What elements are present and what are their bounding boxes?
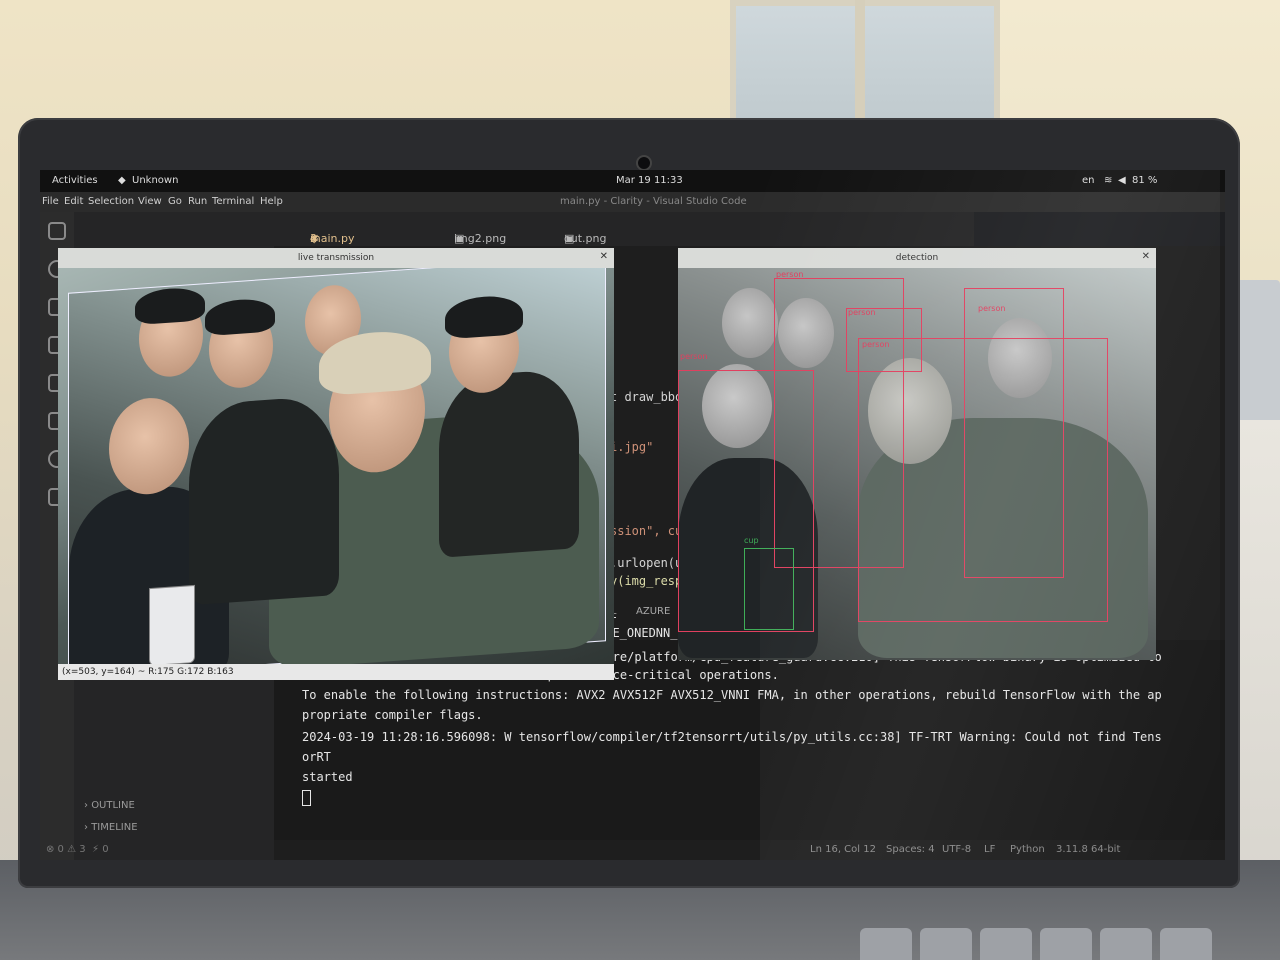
terminal-line: To enable the following instructions: AV… [302,688,1162,702]
bbox-cup [744,548,794,630]
live-transmission-window[interactable]: live transmission ✕ (x=503, y=164) ~ R:1… [58,248,614,680]
status-bar: Ln 16, Col 12 Spaces: 4 UTF-8 LF Python … [274,840,1225,860]
code-line: t draw_bbo [610,390,683,404]
close-icon[interactable]: ✕ [310,232,319,245]
bbox-person [858,338,1108,622]
terminal-line: 2024-03-19 11:28:16.596098: W tensorflow… [302,730,1162,744]
pixel-readout: (x=503, y=164) ~ R:175 G:172 B:163 [58,664,614,680]
menu-edit[interactable]: Edit [64,196,83,207]
cursor-position[interactable]: Ln 16, Col 12 [810,844,876,855]
code-line: ssion", cu [610,524,683,538]
pixel-readout-text: (x=503, y=164) ~ R:175 G:172 B:163 [62,667,234,677]
outline-section[interactable]: › OUTLINE [84,800,135,811]
keyboard-row [860,928,1280,960]
detection-window[interactable]: detection ✕ person person person person … [678,248,1156,660]
close-icon[interactable]: ✕ [600,251,608,262]
editor-tabs: ◈ main.py 3 ✕ ▣ img2.png ▣ out.png [274,212,974,246]
eol[interactable]: LF [984,844,995,855]
code-line: i.jpg" [610,440,654,454]
code-line: y(img_resp [610,574,683,588]
outline-label: OUTLINE [91,800,135,811]
bbox-label: person [680,352,708,361]
person-face [722,288,778,358]
tab-label: out.png [564,232,607,245]
menu-view[interactable]: View [138,196,162,207]
encoding[interactable]: UTF-8 [942,844,971,855]
bbox-label: person [776,270,804,279]
person-body [189,394,339,606]
indentation[interactable]: Spaces: 4 [886,844,935,855]
person-body [439,368,579,558]
diamond-icon: ◆ [118,175,126,186]
language-indicator[interactable]: en [1082,175,1095,186]
photo-frame [68,268,606,664]
timeline-section[interactable]: › TIMELINE [84,822,138,833]
activities-button[interactable]: Activities [52,175,98,186]
keyboard-key [860,928,912,960]
language-mode[interactable]: Python [1010,844,1045,855]
keyboard-key [980,928,1032,960]
bbox-label: cup [744,536,759,545]
explorer-icon[interactable] [48,222,66,240]
menu-go[interactable]: Go [168,196,182,207]
person-face [109,395,189,497]
terminal-line: propriate compiler flags. [302,708,483,722]
person-hair [135,286,205,326]
menu-help[interactable]: Help [260,196,283,207]
app-name[interactable]: Unknown [132,175,178,186]
terminal-line: started [302,770,353,784]
person-hair [445,293,523,340]
problems-indicator[interactable]: ⊗ 0 ⚠ 3 [46,844,86,855]
keyboard-key [1100,928,1152,960]
keyboard-key [1160,928,1212,960]
window-title: main.py - Clarity - Visual Studio Code [560,196,747,207]
keyboard-key [1040,928,1092,960]
terminal-cursor [302,790,311,806]
menu-terminal[interactable]: Terminal [212,196,254,207]
tab-label: img2.png [454,232,507,245]
bbox-label: person [848,308,876,317]
python-interpreter[interactable]: 3.11.8 64-bit [1056,844,1120,855]
cup [149,584,195,664]
volume-icon[interactable]: ◀ [1118,175,1126,186]
menu-file[interactable]: File [42,196,59,207]
bbox-label: person [862,340,890,349]
code-line: .urlopen(u [610,556,683,570]
ports-indicator[interactable]: ⚡ 0 [92,844,109,855]
terminal-line: orRT [302,750,331,764]
close-icon[interactable]: ✕ [1142,251,1150,262]
camera-frame [58,268,614,664]
tab-azure[interactable]: AZURE [636,606,670,617]
chevron-right-icon: › [84,822,88,833]
laptop-screen: Activities ◆ Unknown Mar 19 11:33 en ≋ ◀… [40,170,1225,860]
person-hair [205,297,275,337]
chevron-right-icon: › [84,800,88,811]
clock[interactable]: Mar 19 11:33 [616,175,683,186]
keyboard-key [920,928,972,960]
vscode-menubar: File Edit Selection View Go Run Terminal… [40,192,1225,212]
wifi-icon[interactable]: ≋ [1104,175,1112,186]
timeline-label: TIMELINE [91,822,138,833]
window-title: live transmission [297,253,375,263]
bbox-label: person [978,304,1006,313]
battery-indicator[interactable]: 81 % [1132,175,1157,186]
os-topbar: Activities ◆ Unknown Mar 19 11:33 en ≋ ◀… [40,170,1225,192]
window-title: detection [895,253,939,263]
detection-frame: person person person person person cup [678,268,1156,660]
menu-run[interactable]: Run [188,196,207,207]
webcam [636,155,652,171]
menu-selection[interactable]: Selection [88,196,134,207]
